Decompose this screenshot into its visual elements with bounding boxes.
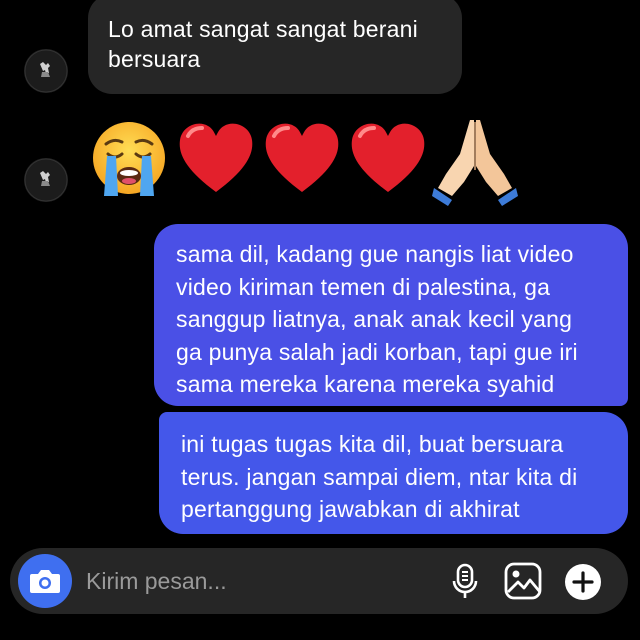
message-line: terus. jangan sampai diem, ntar kita di [181, 463, 578, 490]
gallery-icon [504, 562, 542, 600]
camera-icon [30, 570, 60, 593]
message-line: ga punya salah jadi korban, tapi gue iri [176, 338, 578, 365]
message-line: sama mereka karena mereka syahid [176, 371, 555, 397]
message-line: pertanggung jawabkan di akhirat [181, 496, 520, 522]
microphone-button[interactable] [452, 563, 478, 606]
sender-avatar[interactable] [24, 158, 68, 202]
sender-avatar[interactable] [24, 49, 68, 93]
red-heart-icon [179, 123, 253, 192]
incoming-message-bubble[interactable]: Lo amat sangat sangat berani bersuara [88, 0, 462, 94]
chat-screen: Lo amat sangat sangat berani bersuara sa… [0, 0, 640, 640]
emoji-message[interactable] [88, 118, 528, 208]
camera-button[interactable] [18, 554, 72, 608]
message-line: video kiriman temen di palestina, ga [176, 273, 551, 300]
red-heart-icon [351, 123, 425, 192]
plus-icon [565, 564, 601, 600]
avatar-image [24, 49, 68, 93]
add-button[interactable] [564, 563, 602, 606]
outgoing-message-bubble[interactable]: sama dil, kadang gue nangis liat video v… [154, 224, 628, 406]
folded-hands-icon [432, 120, 518, 206]
red-heart-icon [265, 123, 339, 192]
message-line: ini tugas tugas kita dil, buat bersuara [181, 431, 564, 457]
loudly-crying-face-icon [93, 122, 165, 196]
message-line: sama dil, kadang gue nangis liat video [176, 241, 574, 267]
avatar-image [24, 158, 68, 202]
message-line: bersuara [108, 46, 201, 72]
message-composer [10, 548, 628, 614]
message-input[interactable] [86, 565, 426, 597]
outgoing-message-bubble[interactable]: ini tugas tugas kita dil, buat bersuara … [159, 412, 628, 534]
gallery-button[interactable] [504, 562, 542, 605]
microphone-icon [452, 563, 478, 598]
message-line: Lo amat sangat sangat berani [108, 16, 418, 42]
message-line: sanggup liatnya, anak anak kecil yang [176, 306, 573, 332]
